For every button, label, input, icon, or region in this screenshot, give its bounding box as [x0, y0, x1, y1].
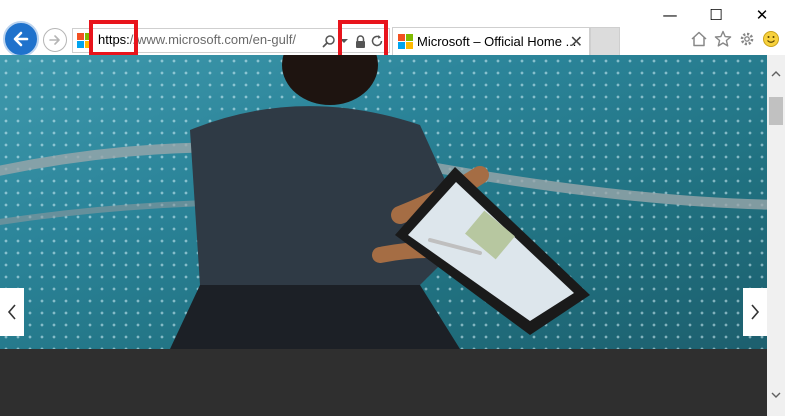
address-bar[interactable]: https://www.microsoft.com/en-gulf/ [72, 28, 390, 53]
refresh-icon[interactable] [369, 31, 385, 51]
scroll-up-icon[interactable] [767, 65, 785, 83]
back-arrow-icon [13, 31, 29, 47]
url-path: //www.microsoft.com/en-gulf/ [129, 32, 296, 47]
url-protocol: https: [98, 32, 130, 47]
back-button[interactable] [3, 21, 39, 57]
scroll-thumb[interactable] [769, 97, 783, 125]
carousel-next-button[interactable] [743, 288, 767, 336]
hero-scene [0, 55, 767, 349]
hero-image [0, 55, 767, 349]
forward-arrow-icon [49, 35, 60, 45]
browser-tab[interactable]: Microsoft – Official Home ... ✕ [392, 27, 590, 55]
search-icon[interactable] [321, 31, 337, 51]
chevron-left-icon [7, 304, 16, 320]
page-content [0, 55, 767, 416]
lock-icon[interactable] [353, 31, 367, 51]
vertical-scrollbar[interactable] [767, 55, 785, 416]
url-text[interactable]: https://www.microsoft.com/en-gulf/ [98, 32, 296, 47]
settings-gear-icon[interactable] [737, 28, 757, 50]
tab-favicon-icon [398, 34, 413, 49]
toolbar-icons [689, 28, 781, 50]
feedback-smiley-icon[interactable] [761, 28, 781, 50]
window-controls: — ☐ ✕ [647, 0, 785, 30]
home-icon[interactable] [689, 28, 709, 50]
forward-button[interactable] [43, 28, 67, 52]
favorites-star-icon[interactable] [713, 28, 733, 50]
dark-banner [0, 349, 767, 416]
scroll-down-icon[interactable] [767, 386, 785, 404]
maximize-button[interactable]: ☐ [693, 0, 739, 30]
minimize-button[interactable]: — [647, 0, 693, 30]
dropdown-icon[interactable] [339, 31, 349, 51]
new-tab-button[interactable] [590, 27, 620, 55]
carousel-prev-button[interactable] [0, 288, 24, 336]
site-favicon-icon [77, 33, 92, 48]
tab-close-icon[interactable]: ✕ [570, 32, 583, 51]
tab-title: Microsoft – Official Home ... [417, 34, 577, 49]
close-window-button[interactable]: ✕ [739, 0, 785, 30]
chevron-right-icon [751, 304, 760, 320]
